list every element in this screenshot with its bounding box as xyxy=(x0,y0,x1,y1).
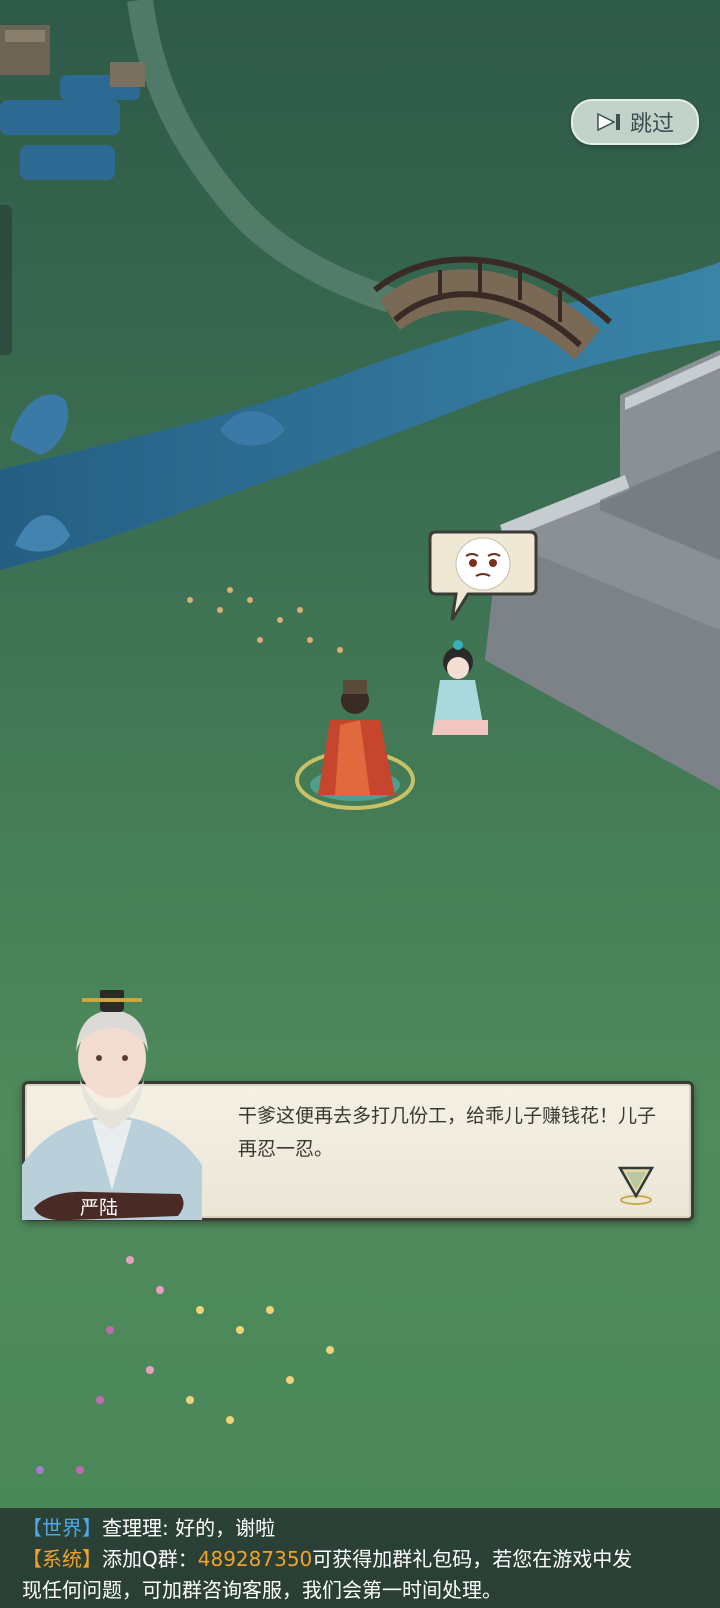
game-scene xyxy=(0,0,720,1608)
speaker-name: 严陆 xyxy=(80,1197,119,1219)
worried-face-emoji-icon xyxy=(455,537,511,591)
skip-forward-icon xyxy=(597,112,620,132)
chat-line-system: 【系统】添加Q群：489287350可获得加群礼包码，若您在游戏中发 xyxy=(22,1543,632,1572)
qq-group-number[interactable]: 489287350 xyxy=(198,1547,313,1571)
side-drawer-handle[interactable] xyxy=(0,205,12,355)
chat-username[interactable]: 查理理 xyxy=(102,1516,162,1540)
chat-line-world: 【世界】查理理: 好的，谢啦 xyxy=(22,1512,275,1541)
npc-speech-bubble xyxy=(428,530,538,621)
chat-message: : 好的，谢啦 xyxy=(162,1516,276,1540)
dialog-text: 干爹这便再去多打几份工，给乖儿子赚钱花！儿子再忍一忍。 xyxy=(238,1105,657,1160)
system-message-end: 现任何问题，可加群咨询客服，我们会第一时间处理。 xyxy=(22,1578,502,1602)
skip-label: 跳过 xyxy=(629,112,674,137)
system-message-start: 添加Q群： xyxy=(102,1547,198,1571)
system-message-middle: 可获得加群礼包码，若您在游戏中发 xyxy=(312,1547,633,1571)
chat-line-system-cont: 现任何问题，可加群咨询客服，我们会第一时间处理。 xyxy=(22,1574,502,1603)
next-triangle-icon[interactable] xyxy=(616,1164,656,1206)
chat-panel[interactable]: 【世界】查理理: 好的，谢啦 【系统】添加Q群：489287350可获得加群礼包… xyxy=(0,1508,720,1608)
channel-tag-world[interactable]: 【世界】 xyxy=(22,1516,102,1540)
skip-button[interactable]: 跳过 xyxy=(571,99,699,145)
channel-tag-system[interactable]: 【系统】 xyxy=(22,1547,102,1571)
